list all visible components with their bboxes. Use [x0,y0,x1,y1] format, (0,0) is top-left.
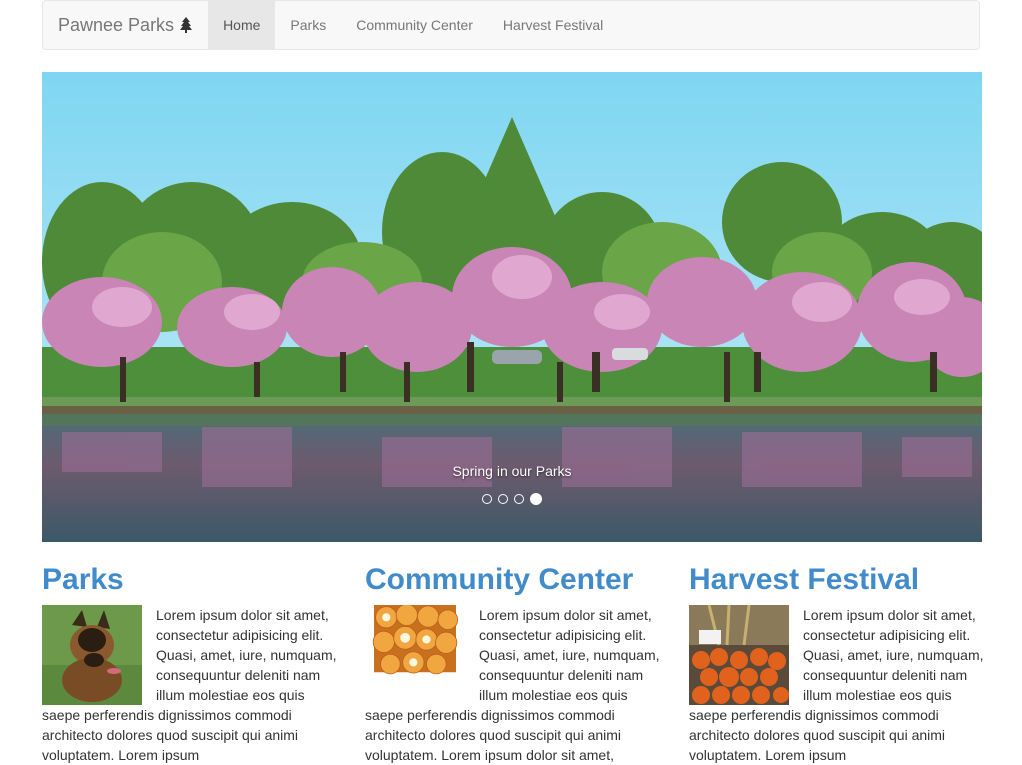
nav-home[interactable]: Home [208,1,276,49]
brand-name: Pawnee Parks [58,14,175,35]
section-title[interactable]: Community Center [365,560,660,600]
nav-harvest-festival[interactable]: Harvest Festival [488,1,618,49]
navbar: Pawnee Parks Home Parks Community Center… [42,0,980,50]
section-title[interactable]: Parks [42,560,337,600]
section-harvest-festival: Harvest Festival Lorem ipsum dolor sit a… [689,560,984,765]
dog-photo [42,605,142,705]
carousel-indicator-4[interactable] [530,493,542,505]
carousel-indicator-1[interactable] [482,494,492,504]
carousel-indicator-3[interactable] [514,494,524,504]
tree-icon [180,17,193,33]
section-parks: Parks Lorem ipsum dolor sit amet, consec… [42,560,337,765]
section-community-center: Community Center Lorem ipsum dolor sit a… [365,560,660,765]
section-title[interactable]: Harvest Festival [689,560,984,600]
nav-parks[interactable]: Parks [275,1,341,49]
pumpkins-photo [689,605,789,705]
carousel-caption: Spring in our Parks [452,463,572,479]
main-nav: Home Parks Community Center Harvest Fest… [208,1,618,49]
brand-link[interactable]: Pawnee Parks [43,1,208,49]
carousel-indicators [42,493,982,505]
nav-community-center[interactable]: Community Center [341,1,488,49]
hero-carousel[interactable]: Spring in our Parks [42,72,982,542]
carousel-indicator-2[interactable] [498,494,508,504]
bingo-balls-photo [372,605,459,675]
